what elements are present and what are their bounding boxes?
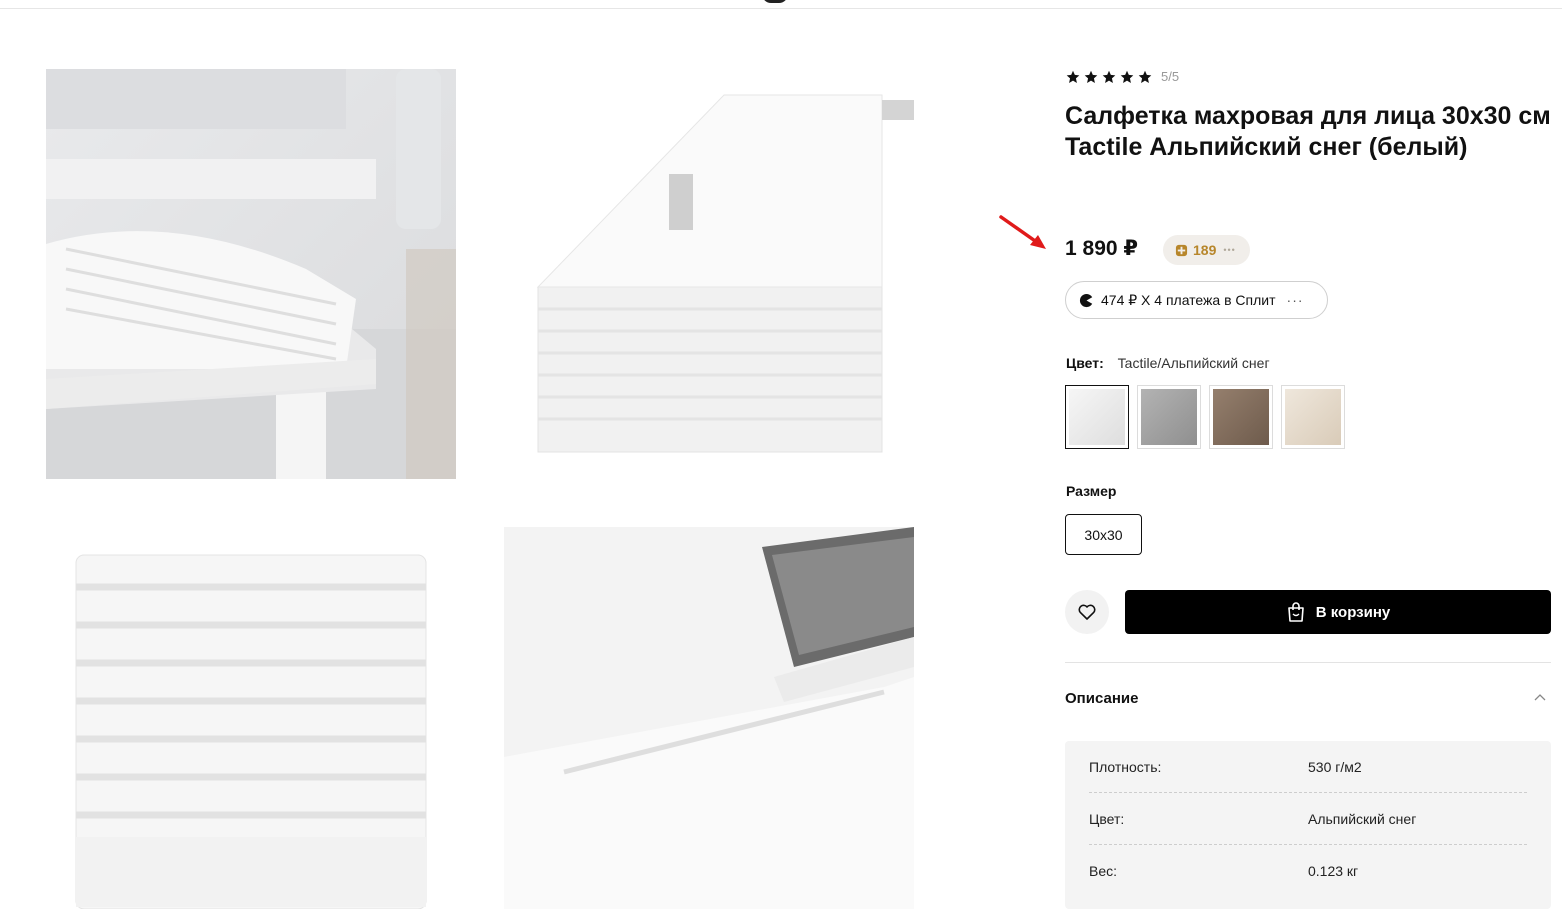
star-icon — [1084, 70, 1098, 83]
header-logo-fragment — [762, 0, 788, 3]
spec-row: Цвет: Альпийский снег — [1089, 793, 1527, 845]
color-label: Цвет: — [1066, 355, 1104, 371]
more-icon: ··· — [1286, 292, 1304, 308]
split-payment-offer[interactable]: 474 ₽ Х 4 платежа в Сплит ··· — [1065, 281, 1328, 319]
star-icon — [1066, 70, 1080, 83]
product-price: 1 890 ₽ — [1065, 237, 1138, 260]
split-icon — [1079, 293, 1094, 307]
bonus-points-badge[interactable]: 189 ••• — [1163, 235, 1250, 265]
spec-table: Плотность: 530 г/м2 Цвет: Альпийский сне… — [1065, 741, 1551, 909]
product-rating: 5/5 — [1066, 69, 1179, 84]
spec-value: 530 г/м2 — [1308, 758, 1362, 775]
more-icon: ••• — [1223, 245, 1236, 255]
spec-value: 0.123 кг — [1308, 863, 1359, 879]
product-photo-detail[interactable] — [504, 527, 914, 909]
star-icon — [1120, 70, 1134, 83]
product-photo-folded[interactable] — [504, 69, 914, 479]
star-icon — [1138, 70, 1152, 83]
spec-key: Плотность: — [1089, 758, 1162, 775]
spec-key: Цвет: — [1089, 810, 1125, 827]
color-label-row: Цвет: Tactile/Альпийский снег — [1066, 355, 1270, 371]
favorite-button[interactable] — [1065, 590, 1109, 634]
rating-score: 5/5 — [1161, 69, 1180, 84]
color-swatch-white[interactable] — [1065, 385, 1129, 449]
color-swatches — [1065, 385, 1345, 449]
spec-key: Вес: — [1089, 863, 1118, 879]
header-bottom-border — [0, 8, 1562, 9]
spec-row: Плотность: 530 г/м2 — [1089, 741, 1527, 793]
product-title: Салфетка махровая для лица 30х30 см Tact… — [1065, 102, 1551, 161]
size-option-30x30[interactable]: 30x30 — [1065, 514, 1142, 555]
bonus-icon — [1175, 244, 1188, 256]
spec-value: Альпийский снег — [1308, 810, 1417, 827]
spec-row: Вес: 0.123 кг — [1089, 845, 1527, 897]
description-toggle[interactable]: Описание — [1065, 690, 1138, 707]
chevron-up-icon[interactable] — [1534, 693, 1546, 703]
cart-button-label: В корзину — [1315, 603, 1391, 621]
red-arrow-icon — [999, 215, 1046, 249]
split-offer-text: 474 ₽ Х 4 платежа в Сплит — [1101, 291, 1276, 308]
add-to-cart-button[interactable]: В корзину — [1125, 590, 1551, 634]
color-swatch-brown[interactable] — [1209, 385, 1273, 449]
product-photo-lifestyle[interactable] — [46, 69, 456, 479]
size-label: Размер — [1066, 483, 1117, 499]
color-value: Tactile/Альпийский снег — [1117, 355, 1270, 371]
color-swatch-grey[interactable] — [1137, 385, 1201, 449]
product-photo-stack[interactable] — [46, 527, 456, 909]
color-swatch-beige[interactable] — [1281, 385, 1345, 449]
section-divider — [1065, 662, 1551, 663]
shopping-bag-icon — [1287, 602, 1304, 622]
bonus-points-value: 189 — [1193, 242, 1217, 258]
star-icon — [1102, 70, 1116, 83]
heart-icon — [1078, 604, 1096, 620]
